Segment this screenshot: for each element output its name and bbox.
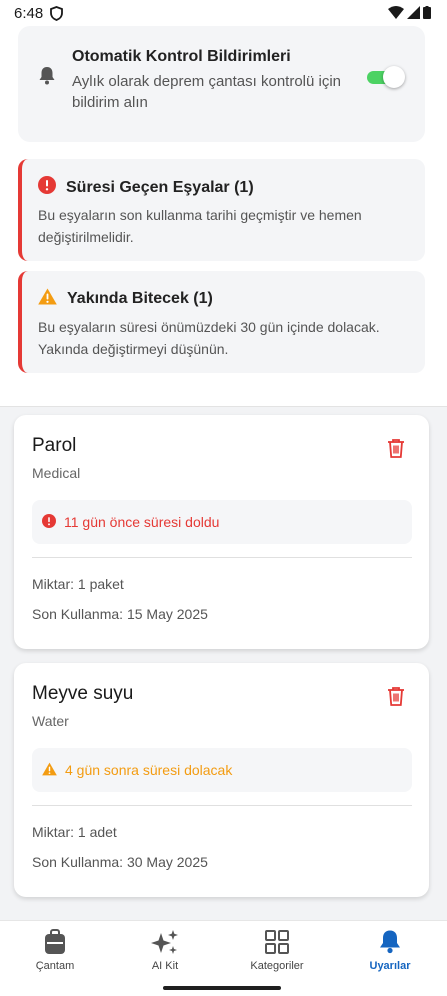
expiring-soon-alert: Yakında Bitecek (1) Bu eşyaların süresi … [18, 271, 425, 373]
bottom-navigation: Çantam AI Kit Kategoriler Uyarılar [0, 920, 447, 996]
shield-icon [50, 6, 63, 26]
expiry-status-badge: 4 gün sonra süresi dolacak [32, 748, 412, 792]
notification-setting-title: Otomatik Kontrol Bildirimleri [72, 48, 291, 65]
soon-alert-title: Yakında Bitecek (1) [67, 290, 213, 307]
item-category: Medical [32, 465, 81, 481]
expiry-status-text: 11 gün önce süresi doldu [64, 514, 220, 530]
status-icons [388, 6, 431, 19]
item-name: Parol [32, 435, 77, 456]
error-circle-icon [38, 176, 56, 199]
expired-alert-title: Süresi Geçen Eşyalar (1) [66, 178, 254, 196]
bell-icon [335, 929, 445, 957]
grid-icon [222, 929, 332, 957]
items-list: Parol Medical 11 gün önce süresi doldu M… [0, 406, 447, 920]
nav-label: Kategoriler [250, 960, 304, 972]
item-quantity: Miktar: 1 paket [32, 576, 124, 592]
notification-toggle[interactable] [367, 66, 405, 88]
warning-triangle-icon [38, 288, 57, 310]
divider [32, 557, 412, 558]
divider [32, 805, 412, 806]
nav-item-kategoriler[interactable]: Kategoriler [222, 929, 332, 972]
expired-alert-description: Bu eşyaların son kullanma tarihi geçmişt… [38, 207, 362, 245]
notification-setting-description: Aylık olarak deprem çantası kontrolü içi… [72, 73, 342, 111]
bell-icon [38, 66, 56, 91]
item-name: Meyve suyu [32, 683, 134, 704]
toggle-thumb [383, 66, 405, 88]
nav-item-cantam[interactable]: Çantam [0, 929, 110, 972]
trash-icon[interactable] [385, 685, 407, 707]
item-card[interactable]: Meyve suyu Water 4 gün sonra süresi dola… [14, 663, 429, 897]
expiry-status-badge: 11 gün önce süresi doldu [32, 500, 412, 544]
nav-label: Uyarılar [369, 960, 411, 972]
item-card[interactable]: Parol Medical 11 gün önce süresi doldu M… [14, 415, 429, 649]
signal-icon [407, 6, 420, 19]
trash-icon[interactable] [385, 437, 407, 459]
wifi-icon [388, 6, 404, 19]
nav-item-ai-kit[interactable]: AI Kit [110, 929, 220, 972]
item-category: Water [32, 713, 69, 729]
item-quantity: Miktar: 1 adet [32, 824, 117, 840]
bag-icon [0, 929, 110, 957]
expired-items-alert: Süresi Geçen Eşyalar (1) Bu eşyaların so… [18, 159, 425, 261]
warning-triangle-icon [42, 762, 57, 779]
soon-alert-description: Bu eşyaların süresi önümüzdeki 30 gün iç… [38, 319, 380, 357]
battery-icon [423, 6, 431, 19]
nav-label: Çantam [35, 960, 75, 972]
item-expiry-date: Son Kullanma: 15 May 2025 [32, 606, 208, 622]
status-bar: 6:48 [0, 0, 447, 26]
home-indicator[interactable] [163, 986, 281, 990]
expiry-status-text: 4 gün sonra süresi dolacak [65, 762, 233, 778]
nav-label: AI Kit [151, 960, 179, 972]
alerts-header-section: Otomatik Kontrol Bildirimleri Aylık olar… [0, 26, 447, 406]
sparkle-icon [110, 929, 220, 957]
item-expiry-date: Son Kullanma: 30 May 2025 [32, 854, 208, 870]
nav-item-uyarilar[interactable]: Uyarılar [335, 929, 445, 972]
error-circle-icon [42, 513, 56, 531]
auto-check-notification-card: Otomatik Kontrol Bildirimleri Aylık olar… [18, 26, 425, 142]
status-time: 6:48 [14, 5, 44, 22]
